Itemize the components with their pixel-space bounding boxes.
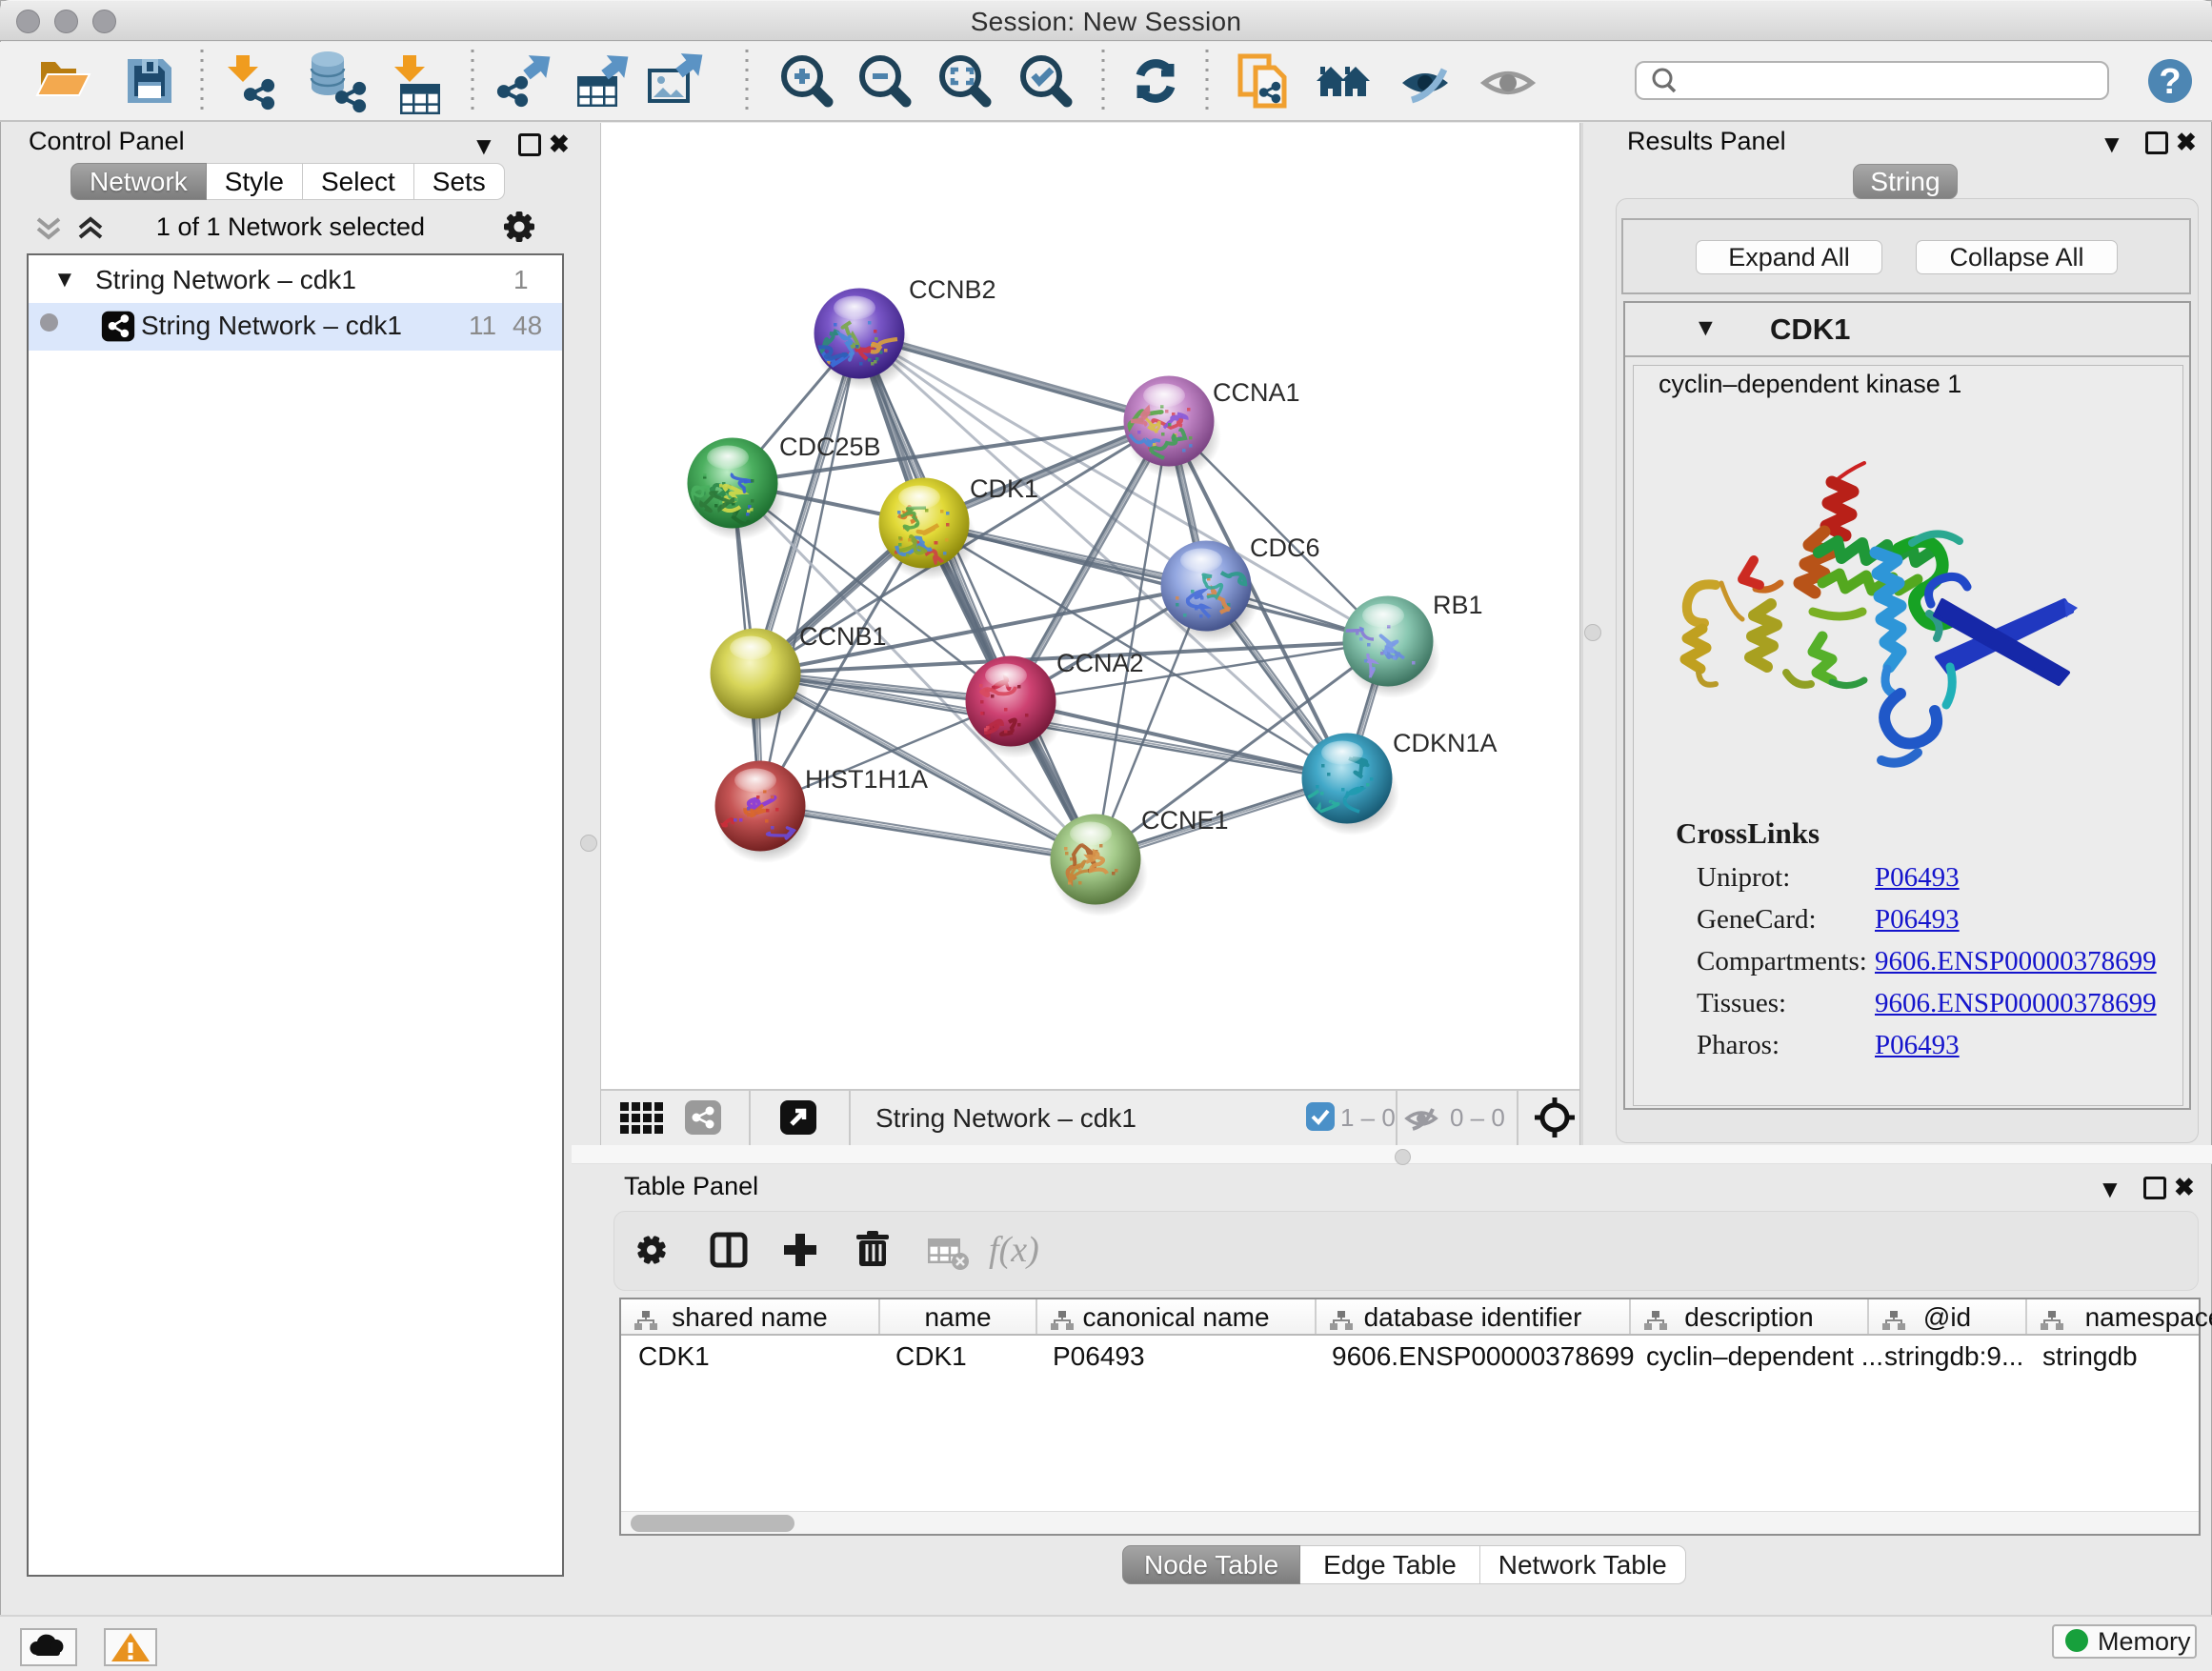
svg-text:f(x): f(x) (989, 1230, 1039, 1270)
svg-text:1 – 0: 1 – 0 (1340, 1103, 1396, 1132)
svg-text:CCNA2: CCNA2 (1056, 649, 1144, 677)
svg-text:CCNA1: CCNA1 (1213, 378, 1300, 407)
svg-text:String Network – cdk1: String Network – cdk1 (875, 1103, 1136, 1133)
svg-text:?: ? (2159, 62, 2181, 102)
svg-text:CCNB2: CCNB2 (909, 275, 996, 304)
svg-text:CDC6: CDC6 (1250, 534, 1320, 562)
svg-text:HIST1H1A: HIST1H1A (805, 765, 928, 794)
svg-text:CDK1: CDK1 (970, 474, 1038, 503)
svg-text:RB1: RB1 (1433, 591, 1483, 619)
svg-text:0 – 0: 0 – 0 (1450, 1103, 1505, 1132)
svg-text:CDC25B: CDC25B (779, 433, 881, 461)
svg-text:CDKN1A: CDKN1A (1393, 729, 1498, 757)
svg-text:CCNB1: CCNB1 (799, 622, 887, 651)
svg-text:CCNE1: CCNE1 (1141, 806, 1229, 835)
